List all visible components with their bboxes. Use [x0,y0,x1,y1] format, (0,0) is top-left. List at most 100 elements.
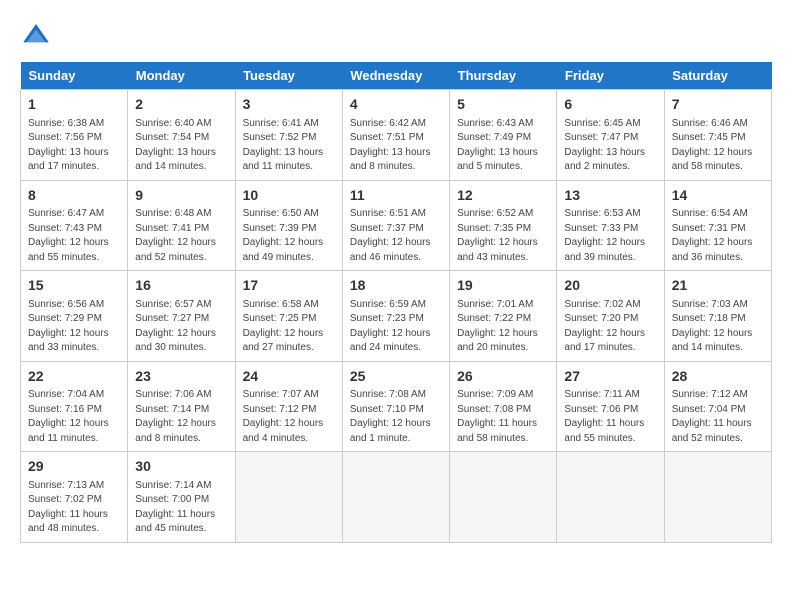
calendar-cell [342,452,449,543]
day-number: 28 [672,367,764,387]
day-number: 23 [135,367,227,387]
calendar-cell: 17Sunrise: 6:58 AMSunset: 7:25 PMDayligh… [235,271,342,362]
calendar-cell [664,452,771,543]
calendar-cell: 1Sunrise: 6:38 AMSunset: 7:56 PMDaylight… [21,90,128,181]
calendar-cell [557,452,664,543]
day-info: Sunrise: 7:06 AMSunset: 7:14 PMDaylight:… [135,388,227,446]
logo-icon [20,20,52,52]
calendar-cell: 7Sunrise: 6:46 AMSunset: 7:45 PMDaylight… [664,90,771,181]
day-info: Sunrise: 6:52 AMSunset: 7:35 PMDaylight:… [457,207,549,265]
calendar-cell: 15Sunrise: 6:56 AMSunset: 7:29 PMDayligh… [21,271,128,362]
day-info: Sunrise: 7:01 AMSunset: 7:22 PMDaylight:… [457,298,549,356]
calendar-cell: 3Sunrise: 6:41 AMSunset: 7:52 PMDaylight… [235,90,342,181]
day-number: 19 [457,276,549,296]
calendar-cell: 27Sunrise: 7:11 AMSunset: 7:06 PMDayligh… [557,361,664,452]
calendar-cell: 4Sunrise: 6:42 AMSunset: 7:51 PMDaylight… [342,90,449,181]
day-number: 16 [135,276,227,296]
calendar-week-1: 1Sunrise: 6:38 AMSunset: 7:56 PMDaylight… [21,90,772,181]
calendar-cell: 12Sunrise: 6:52 AMSunset: 7:35 PMDayligh… [450,180,557,271]
day-number: 2 [135,95,227,115]
page-header [20,20,772,52]
day-number: 4 [350,95,442,115]
day-number: 24 [243,367,335,387]
weekday-header-row: SundayMondayTuesdayWednesdayThursdayFrid… [21,62,772,90]
day-number: 7 [672,95,764,115]
calendar-cell: 6Sunrise: 6:45 AMSunset: 7:47 PMDaylight… [557,90,664,181]
calendar-cell: 22Sunrise: 7:04 AMSunset: 7:16 PMDayligh… [21,361,128,452]
calendar-week-3: 15Sunrise: 6:56 AMSunset: 7:29 PMDayligh… [21,271,772,362]
calendar-cell: 10Sunrise: 6:50 AMSunset: 7:39 PMDayligh… [235,180,342,271]
day-number: 9 [135,186,227,206]
day-info: Sunrise: 7:09 AMSunset: 7:08 PMDaylight:… [457,388,549,446]
day-info: Sunrise: 6:46 AMSunset: 7:45 PMDaylight:… [672,117,764,175]
day-number: 13 [564,186,656,206]
weekday-header-tuesday: Tuesday [235,62,342,90]
day-info: Sunrise: 7:08 AMSunset: 7:10 PMDaylight:… [350,388,442,446]
day-number: 3 [243,95,335,115]
weekday-header-sunday: Sunday [21,62,128,90]
day-info: Sunrise: 7:12 AMSunset: 7:04 PMDaylight:… [672,388,764,446]
day-number: 5 [457,95,549,115]
day-number: 21 [672,276,764,296]
weekday-header-wednesday: Wednesday [342,62,449,90]
day-number: 1 [28,95,120,115]
calendar-cell: 13Sunrise: 6:53 AMSunset: 7:33 PMDayligh… [557,180,664,271]
day-info: Sunrise: 6:51 AMSunset: 7:37 PMDaylight:… [350,207,442,265]
calendar-cell: 18Sunrise: 6:59 AMSunset: 7:23 PMDayligh… [342,271,449,362]
day-info: Sunrise: 6:48 AMSunset: 7:41 PMDaylight:… [135,207,227,265]
day-info: Sunrise: 6:59 AMSunset: 7:23 PMDaylight:… [350,298,442,356]
day-info: Sunrise: 6:41 AMSunset: 7:52 PMDaylight:… [243,117,335,175]
calendar-cell [450,452,557,543]
calendar-cell: 2Sunrise: 6:40 AMSunset: 7:54 PMDaylight… [128,90,235,181]
day-info: Sunrise: 7:02 AMSunset: 7:20 PMDaylight:… [564,298,656,356]
day-info: Sunrise: 7:04 AMSunset: 7:16 PMDaylight:… [28,388,120,446]
calendar-cell: 26Sunrise: 7:09 AMSunset: 7:08 PMDayligh… [450,361,557,452]
day-number: 29 [28,457,120,477]
day-number: 15 [28,276,120,296]
calendar-week-4: 22Sunrise: 7:04 AMSunset: 7:16 PMDayligh… [21,361,772,452]
day-info: Sunrise: 6:43 AMSunset: 7:49 PMDaylight:… [457,117,549,175]
day-info: Sunrise: 7:07 AMSunset: 7:12 PMDaylight:… [243,388,335,446]
day-number: 22 [28,367,120,387]
day-info: Sunrise: 6:47 AMSunset: 7:43 PMDaylight:… [28,207,120,265]
weekday-header-friday: Friday [557,62,664,90]
day-number: 10 [243,186,335,206]
calendar-cell: 29Sunrise: 7:13 AMSunset: 7:02 PMDayligh… [21,452,128,543]
calendar-cell: 28Sunrise: 7:12 AMSunset: 7:04 PMDayligh… [664,361,771,452]
day-info: Sunrise: 6:56 AMSunset: 7:29 PMDaylight:… [28,298,120,356]
calendar-week-5: 29Sunrise: 7:13 AMSunset: 7:02 PMDayligh… [21,452,772,543]
day-info: Sunrise: 6:50 AMSunset: 7:39 PMDaylight:… [243,207,335,265]
logo [20,20,56,52]
calendar-week-2: 8Sunrise: 6:47 AMSunset: 7:43 PMDaylight… [21,180,772,271]
day-info: Sunrise: 6:45 AMSunset: 7:47 PMDaylight:… [564,117,656,175]
day-number: 25 [350,367,442,387]
weekday-header-saturday: Saturday [664,62,771,90]
day-info: Sunrise: 6:38 AMSunset: 7:56 PMDaylight:… [28,117,120,175]
day-number: 26 [457,367,549,387]
calendar-cell: 14Sunrise: 6:54 AMSunset: 7:31 PMDayligh… [664,180,771,271]
calendar-cell: 21Sunrise: 7:03 AMSunset: 7:18 PMDayligh… [664,271,771,362]
day-number: 20 [564,276,656,296]
day-info: Sunrise: 6:57 AMSunset: 7:27 PMDaylight:… [135,298,227,356]
day-info: Sunrise: 6:54 AMSunset: 7:31 PMDaylight:… [672,207,764,265]
calendar-table: SundayMondayTuesdayWednesdayThursdayFrid… [20,62,772,543]
day-number: 11 [350,186,442,206]
day-info: Sunrise: 7:13 AMSunset: 7:02 PMDaylight:… [28,479,120,537]
calendar-cell: 30Sunrise: 7:14 AMSunset: 7:00 PMDayligh… [128,452,235,543]
day-info: Sunrise: 7:03 AMSunset: 7:18 PMDaylight:… [672,298,764,356]
day-number: 18 [350,276,442,296]
day-number: 17 [243,276,335,296]
day-info: Sunrise: 6:40 AMSunset: 7:54 PMDaylight:… [135,117,227,175]
calendar-cell: 20Sunrise: 7:02 AMSunset: 7:20 PMDayligh… [557,271,664,362]
calendar-cell: 24Sunrise: 7:07 AMSunset: 7:12 PMDayligh… [235,361,342,452]
day-number: 30 [135,457,227,477]
calendar-cell [235,452,342,543]
day-number: 12 [457,186,549,206]
day-info: Sunrise: 7:14 AMSunset: 7:00 PMDaylight:… [135,479,227,537]
day-number: 27 [564,367,656,387]
calendar-cell: 11Sunrise: 6:51 AMSunset: 7:37 PMDayligh… [342,180,449,271]
day-info: Sunrise: 7:11 AMSunset: 7:06 PMDaylight:… [564,388,656,446]
weekday-header-thursday: Thursday [450,62,557,90]
calendar-cell: 25Sunrise: 7:08 AMSunset: 7:10 PMDayligh… [342,361,449,452]
day-number: 6 [564,95,656,115]
